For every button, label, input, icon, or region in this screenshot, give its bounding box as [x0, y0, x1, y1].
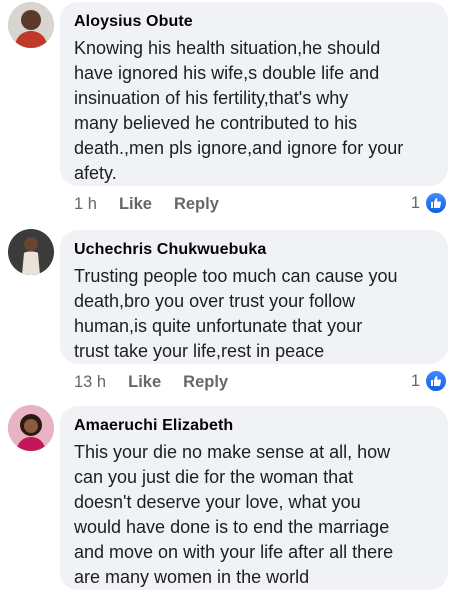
avatar[interactable]: [8, 2, 54, 48]
reply-button[interactable]: Reply: [174, 195, 219, 214]
comment-time[interactable]: 1 h: [74, 195, 97, 214]
avatar-photo: [8, 229, 54, 275]
reaction-summary[interactable]: 1: [411, 369, 448, 393]
comment-bubble: Aloysius Obute Knowing his health situat…: [60, 2, 448, 186]
comment-text: Knowing his health situation,he should h…: [74, 38, 404, 183]
thumbs-up-icon: [424, 369, 448, 393]
avatar[interactable]: [8, 229, 54, 275]
avatar-photo: [8, 2, 54, 48]
comment-author[interactable]: Amaeruchi Elizabeth: [74, 416, 434, 436]
reaction-summary[interactable]: 1: [411, 191, 448, 215]
comment-bubble: Uchechris Chukwuebuka Trusting people to…: [60, 230, 448, 364]
comment-text: Trusting people too much can cause you d…: [74, 266, 398, 361]
comment-actions: 13 h Like Reply: [74, 373, 228, 392]
comment-author[interactable]: Aloysius Obute: [74, 12, 434, 32]
comment-time[interactable]: 13 h: [74, 373, 106, 392]
like-button[interactable]: Like: [119, 195, 152, 214]
comment-text: This your die no make sense at all, how …: [74, 442, 394, 587]
comment-author[interactable]: Uchechris Chukwuebuka: [74, 240, 434, 260]
reaction-count: 1: [410, 371, 420, 390]
avatar-photo: [8, 405, 54, 451]
like-button[interactable]: Like: [128, 373, 161, 392]
comment-bubble: Amaeruchi Elizabeth This your die no mak…: [60, 406, 448, 590]
avatar[interactable]: [8, 405, 54, 451]
reply-button[interactable]: Reply: [183, 373, 228, 392]
comment-actions: 1 h Like Reply: [74, 195, 219, 214]
thumbs-up-icon: [424, 191, 448, 215]
reaction-count: 1: [410, 193, 420, 212]
